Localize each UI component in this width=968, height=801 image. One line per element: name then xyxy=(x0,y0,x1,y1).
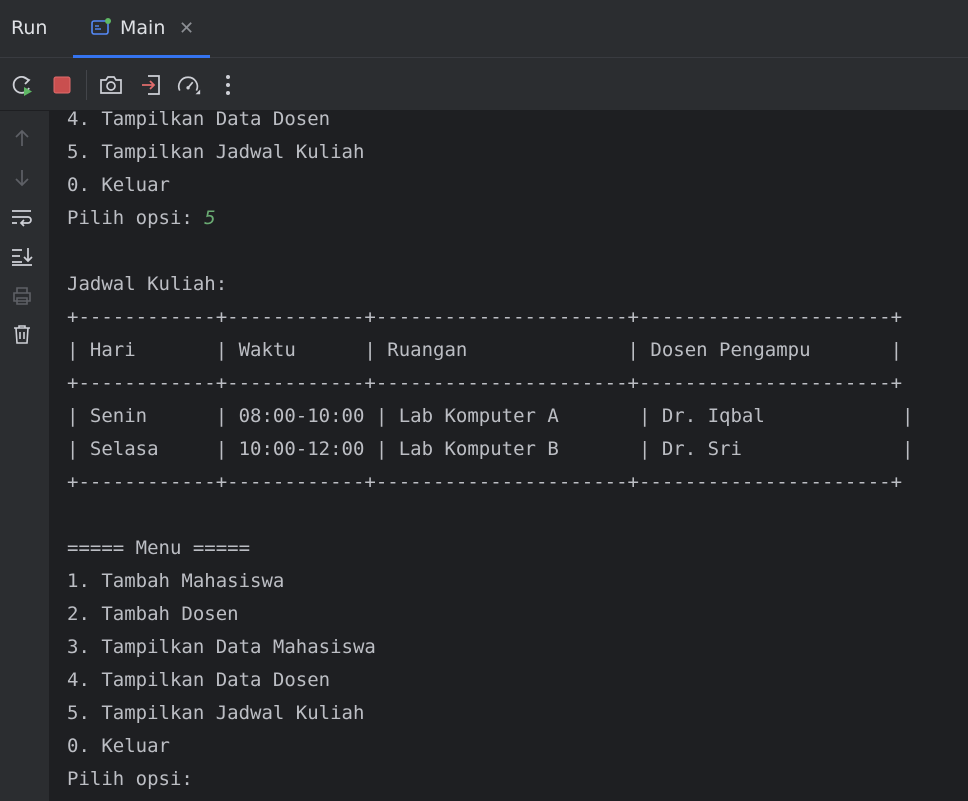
screenshot-icon[interactable] xyxy=(98,72,124,98)
more-icon[interactable] xyxy=(215,72,241,98)
console-line: Jadwal Kuliah: xyxy=(67,273,228,295)
run-tool-window-header: Run Main ✕ xyxy=(0,0,968,58)
trash-icon[interactable] xyxy=(10,322,34,346)
user-input-value: 5 xyxy=(204,207,216,229)
scroll-to-end-icon[interactable] xyxy=(10,244,34,268)
console-output[interactable]: 4. Tampilkan Data Dosen 5. Tampilkan Jad… xyxy=(49,111,968,801)
prompt-text: Pilih opsi: xyxy=(67,207,205,229)
console-line-prompt: Pilih opsi: 5 xyxy=(67,202,216,235)
table-border: +------------+------------+-------------… xyxy=(67,372,903,394)
tab-main-label: Main xyxy=(120,17,166,39)
console-side-toolbar xyxy=(0,111,49,801)
console-line: 0. Keluar xyxy=(67,174,170,196)
profiler-icon[interactable] xyxy=(176,72,202,98)
menu-item: 3. Tampilkan Data Mahasiswa xyxy=(67,636,376,658)
console-line: 5. Tampilkan Jadwal Kuliah xyxy=(67,141,365,163)
run-toolbar xyxy=(0,58,968,111)
run-tool-window-title: Run xyxy=(11,17,48,39)
menu-item: 1. Tambah Mahasiswa xyxy=(67,570,285,592)
console-prompt[interactable]: Pilih opsi: xyxy=(67,763,193,796)
soft-wrap-icon[interactable] xyxy=(10,205,34,229)
application-icon xyxy=(91,18,111,36)
table-row: | Senin | 08:00-10:00 | Lab Komputer A |… xyxy=(67,405,914,427)
arrow-down-icon[interactable] xyxy=(10,166,34,190)
menu-item: 4. Tampilkan Data Dosen xyxy=(67,669,331,691)
console-line: 4. Tampilkan Data Dosen xyxy=(67,111,331,130)
arrow-up-icon[interactable] xyxy=(10,126,34,150)
menu-item: 2. Tambah Dosen xyxy=(67,603,239,625)
table-header-row: | Hari | Waktu | Ruangan | Dosen Pengamp… xyxy=(67,339,903,361)
toolbar-separator xyxy=(86,70,87,100)
close-icon[interactable]: ✕ xyxy=(179,18,194,39)
table-border: +------------+------------+-------------… xyxy=(67,306,903,328)
print-icon[interactable] xyxy=(10,284,34,308)
tab-main[interactable]: Main ✕ xyxy=(73,0,210,58)
menu-item: 5. Tampilkan Jadwal Kuliah xyxy=(67,702,365,724)
menu-title: ===== Menu ===== xyxy=(67,537,251,559)
exit-icon[interactable] xyxy=(138,72,164,98)
stop-icon[interactable] xyxy=(49,72,75,98)
rerun-icon[interactable] xyxy=(9,72,35,98)
table-row: | Selasa | 10:00-12:00 | Lab Komputer B … xyxy=(67,438,914,460)
menu-item: 0. Keluar xyxy=(67,735,170,757)
table-border: +------------+------------+-------------… xyxy=(67,471,903,493)
